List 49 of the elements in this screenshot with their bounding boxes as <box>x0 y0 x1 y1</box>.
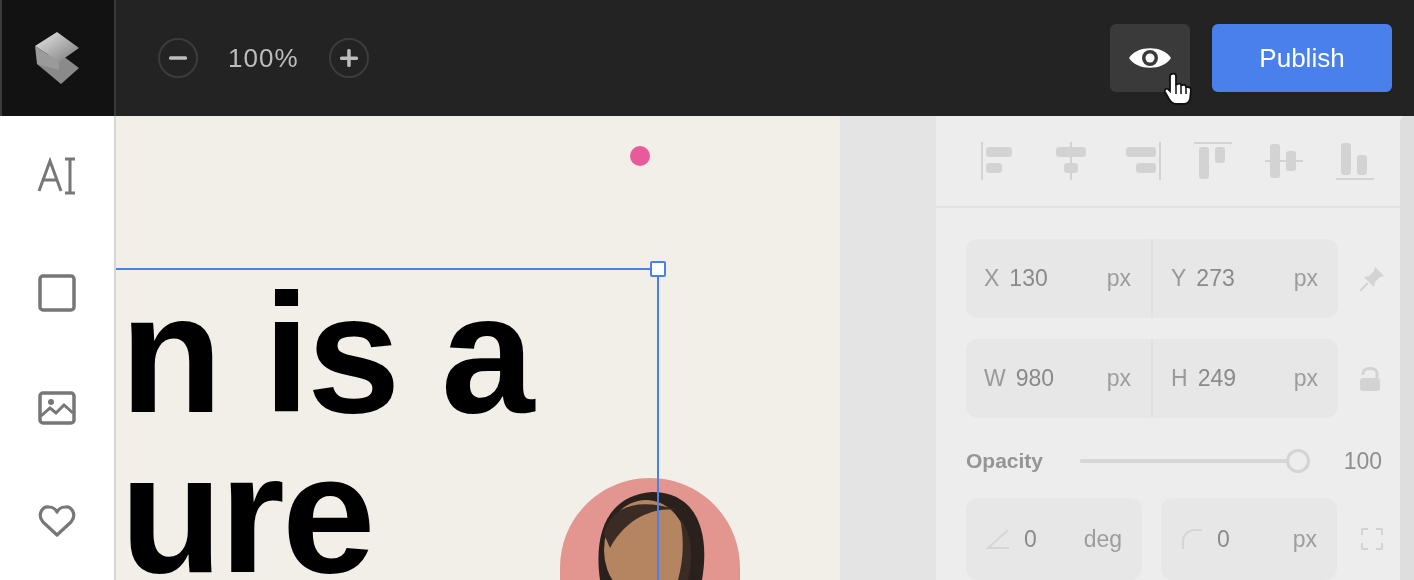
input-field[interactable]: 0 px <box>1161 498 1337 580</box>
resize-handle[interactable] <box>650 261 666 277</box>
zoom-in-button[interactable] <box>328 38 369 78</box>
field-label: H <box>1171 364 1188 394</box>
zoom-level: 100% <box>228 41 299 75</box>
unit-label: px <box>1293 364 1318 394</box>
expand-icon[interactable] <box>1360 527 1384 551</box>
text-tool-icon[interactable] <box>37 157 77 195</box>
opacity-value: 100 <box>1343 446 1382 476</box>
publish-button[interactable]: Publish <box>1212 24 1392 92</box>
field-label: Y <box>1171 264 1187 294</box>
align-top-icon[interactable] <box>1193 141 1233 181</box>
input-field[interactable]: H 249 px <box>1151 339 1338 418</box>
unit-label: px <box>1106 264 1131 294</box>
align-middle-icon[interactable] <box>1264 141 1304 181</box>
input-field[interactable]: Y 273 px <box>1151 239 1338 318</box>
image-tool-icon[interactable] <box>38 391 76 425</box>
slider-thumb[interactable] <box>1286 449 1310 473</box>
field-value: 249 <box>1197 364 1236 394</box>
field-label: X <box>984 264 1000 294</box>
heading-text: ure <box>120 434 373 580</box>
input-field[interactable]: 0 deg <box>966 498 1142 580</box>
scrollbar[interactable] <box>1400 116 1414 580</box>
field-value: 273 <box>1196 264 1235 294</box>
heart-tool-icon[interactable] <box>38 504 76 538</box>
plus-icon <box>338 48 359 68</box>
field-value: 0 <box>1217 524 1230 554</box>
pin-icon[interactable] <box>1358 264 1386 293</box>
opacity-slider[interactable] <box>1080 448 1310 474</box>
unit-label: px <box>1292 524 1317 554</box>
opacity-label: Opacity <box>966 448 1045 475</box>
zoom-out-button[interactable] <box>158 38 198 78</box>
unit-label: px <box>1106 364 1131 394</box>
unit-label: px <box>1293 264 1318 294</box>
field-value: 130 <box>1009 264 1048 294</box>
square-tool-icon[interactable] <box>38 274 76 312</box>
heading-text: n is a <box>120 274 532 434</box>
align-bottom-icon[interactable] <box>1335 141 1375 181</box>
hand-cursor-icon <box>1164 72 1192 106</box>
unlock-icon[interactable] <box>1358 364 1382 393</box>
field-value: 0 <box>1024 524 1037 554</box>
anchor-dot[interactable] <box>630 146 650 166</box>
input-field[interactable]: W 980 px <box>966 339 1151 418</box>
input-field[interactable]: X 130 px <box>966 239 1151 318</box>
minus-icon <box>169 56 187 60</box>
field-value: 980 <box>1015 364 1055 394</box>
field-label: W <box>984 364 1006 394</box>
preview-button[interactable] <box>1110 24 1190 92</box>
unit-label: deg <box>1083 524 1122 554</box>
